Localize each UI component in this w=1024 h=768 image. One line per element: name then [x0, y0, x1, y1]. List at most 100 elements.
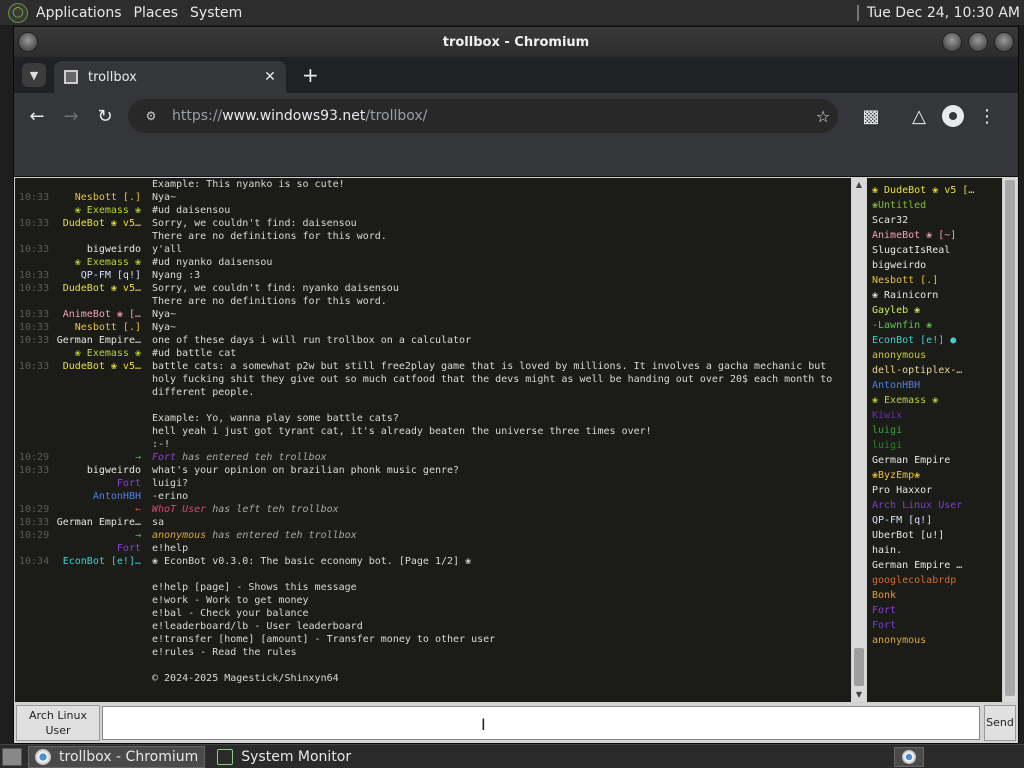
- extensions-puzzle-icon[interactable]: ▩: [854, 99, 888, 133]
- chat-log[interactable]: Example: This nyanko is so cute! 10:33 Nes…: [15, 178, 851, 702]
- message-nick[interactable]: DudeBot ❀ v5…: [49, 360, 141, 373]
- message-nick[interactable]: bigweirdo: [49, 243, 141, 256]
- message-nick[interactable]: [49, 568, 141, 581]
- user-list-item[interactable]: UberBot [u!]: [872, 528, 1002, 543]
- message-nick[interactable]: Nesbott [.]: [49, 321, 141, 334]
- message-nick[interactable]: EconBot [e!]…: [49, 555, 141, 568]
- user-list-item[interactable]: AntonHBH: [872, 378, 1002, 393]
- message-nick[interactable]: ←: [49, 503, 141, 516]
- user-list-item[interactable]: Nesbott [.]: [872, 273, 1002, 288]
- close-window-icon[interactable]: [994, 32, 1014, 52]
- chat-scrollbar[interactable]: ▲ ▼: [852, 178, 866, 702]
- message-nick[interactable]: bigweirdo: [49, 464, 141, 477]
- applications-menu[interactable]: Applications: [36, 5, 122, 21]
- message-nick[interactable]: Fort: [49, 542, 141, 555]
- user-list-item[interactable]: Gayleb ❀: [872, 303, 1002, 318]
- user-list-item[interactable]: luigi: [872, 438, 1002, 453]
- distro-logo-icon[interactable]: ◯: [8, 2, 28, 23]
- task-chromium[interactable]: trollbox - Chromium: [28, 745, 206, 768]
- message-nick[interactable]: [49, 659, 141, 672]
- user-list-item[interactable]: ❀Untitled: [872, 198, 1002, 213]
- message-nick[interactable]: →: [49, 451, 141, 464]
- message-user[interactable]: anonymous: [152, 530, 206, 541]
- user-list-item[interactable]: ❀ Exemass ❀: [872, 393, 1002, 408]
- message-nick[interactable]: DudeBot ❀ v5…: [49, 282, 141, 295]
- message-user[interactable]: WhoT User: [152, 504, 206, 515]
- tab-trollbox[interactable]: trollbox ✕: [54, 61, 286, 93]
- user-list-item[interactable]: SlugcatIsReal: [872, 243, 1002, 258]
- user-list-item[interactable]: Bonk: [872, 588, 1002, 603]
- reload-icon[interactable]: ↻: [88, 99, 122, 133]
- message-nick[interactable]: AntonHBH: [49, 490, 141, 503]
- message-nick[interactable]: [49, 295, 141, 308]
- message-nick[interactable]: German Empire…: [49, 334, 141, 347]
- profile-button[interactable]: [936, 99, 970, 133]
- tray-chromium-icon[interactable]: [894, 747, 924, 767]
- labs-flask-icon[interactable]: △: [902, 99, 936, 133]
- message-nick[interactable]: [49, 633, 141, 646]
- user-list-item[interactable]: -Lawnfin ❀: [872, 318, 1002, 333]
- user-list-item[interactable]: Pro Haxxor: [872, 483, 1002, 498]
- close-tab-icon[interactable]: ✕: [260, 69, 280, 85]
- userlist-scrollbar[interactable]: [1003, 178, 1017, 702]
- message-nick[interactable]: →: [49, 529, 141, 542]
- user-list-item[interactable]: anonymous: [872, 348, 1002, 363]
- user-list-item[interactable]: ❀ByzEmp❀: [872, 468, 1002, 483]
- url-text[interactable]: https://www.windows93.net/trollbox/: [172, 108, 808, 124]
- message-nick[interactable]: [49, 386, 141, 399]
- user-list-item[interactable]: ❀ Rainicorn: [872, 288, 1002, 303]
- minimize-icon[interactable]: [942, 32, 962, 52]
- message-nick[interactable]: QP-FM [q!]: [49, 269, 141, 282]
- send-button[interactable]: Send: [984, 705, 1016, 741]
- window-menu-icon[interactable]: [18, 32, 38, 52]
- scroll-up-icon[interactable]: ▲: [852, 178, 866, 192]
- kebab-menu-icon[interactable]: ⋮: [970, 99, 1004, 133]
- system-menu[interactable]: System: [190, 5, 242, 21]
- back-arrow-icon[interactable]: ←: [20, 99, 54, 133]
- user-list-item[interactable]: Kiwix: [872, 408, 1002, 423]
- address-bar[interactable]: ⚙ https://www.windows93.net/trollbox/ ☆: [128, 99, 838, 133]
- user-list-item[interactable]: luigi: [872, 423, 1002, 438]
- nickname-button[interactable]: Arch Linux User: [16, 705, 100, 741]
- user-list-item[interactable]: German Empire …: [872, 558, 1002, 573]
- message-nick[interactable]: [49, 425, 141, 438]
- message-nick[interactable]: [49, 581, 141, 594]
- message-nick[interactable]: AnimeBot ❀ […: [49, 308, 141, 321]
- message-nick[interactable]: [49, 399, 141, 412]
- user-list-item[interactable]: Arch Linux User: [872, 498, 1002, 513]
- message-nick[interactable]: ❀ Exemass ❀: [49, 204, 141, 217]
- forward-arrow-icon[interactable]: →: [54, 99, 88, 133]
- message-nick[interactable]: ❀ Exemass ❀: [49, 256, 141, 269]
- tab-search-button[interactable]: ▼: [22, 63, 46, 87]
- message-user[interactable]: Fort: [152, 452, 176, 463]
- message-nick[interactable]: DudeBot ❀ v5…: [49, 217, 141, 230]
- message-nick[interactable]: Nesbott [.]: [49, 191, 141, 204]
- site-info-icon[interactable]: ⚙: [136, 109, 166, 123]
- user-list-item[interactable]: dell-optiplex-…: [872, 363, 1002, 378]
- message-nick[interactable]: [49, 646, 141, 659]
- message-nick[interactable]: [49, 607, 141, 620]
- userlist-scroll-thumb[interactable]: [1005, 180, 1015, 696]
- message-nick[interactable]: [49, 230, 141, 243]
- user-list-item[interactable]: Fort: [872, 603, 1002, 618]
- new-tab-icon[interactable]: +: [302, 63, 319, 87]
- chat-scroll-thumb[interactable]: [854, 648, 864, 686]
- message-nick[interactable]: [49, 620, 141, 633]
- message-nick[interactable]: [49, 373, 141, 386]
- places-menu[interactable]: Places: [134, 5, 179, 21]
- user-list-item[interactable]: anonymous: [872, 633, 1002, 648]
- message-nick[interactable]: German Empire…: [49, 516, 141, 529]
- message-nick[interactable]: [49, 412, 141, 425]
- user-list-item[interactable]: hain.: [872, 543, 1002, 558]
- user-list-item[interactable]: EconBot [e!] ●: [872, 333, 1002, 348]
- user-list-item[interactable]: ❀ DudeBot ❀ v5 […: [872, 183, 1002, 198]
- message-nick[interactable]: [49, 438, 141, 451]
- message-input[interactable]: I: [102, 706, 980, 740]
- message-nick[interactable]: [49, 178, 141, 191]
- message-nick[interactable]: Fort: [49, 477, 141, 490]
- scroll-down-icon[interactable]: ▼: [852, 688, 866, 702]
- task-system-monitor[interactable]: System Monitor: [211, 746, 357, 768]
- message-nick[interactable]: [49, 594, 141, 607]
- user-list-item[interactable]: QP-FM [q!]: [872, 513, 1002, 528]
- user-list-item[interactable]: Scar32: [872, 213, 1002, 228]
